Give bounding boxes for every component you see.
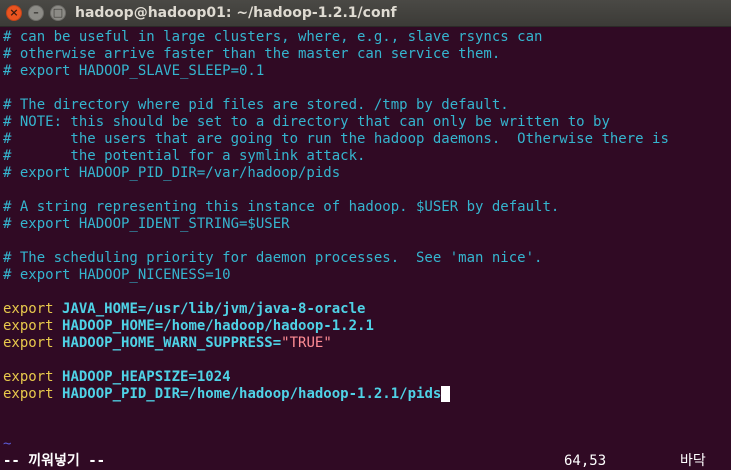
comment-text: # otherwise arrive faster than the maste… <box>3 46 501 62</box>
string-literal: "TRUE" <box>281 335 332 351</box>
editor-line: # export HADOOP_IDENT_STRING=$USER <box>3 216 727 233</box>
editor-line: export HADOOP_HEAPSIZE=1024 <box>3 369 727 386</box>
editor-line: # export HADOOP_PID_DIR=/var/hadoop/pids <box>3 165 727 182</box>
empty-line-marker: ~ <box>3 436 12 452</box>
comment-text: # The directory where pid files are stor… <box>3 97 509 113</box>
editor-line: # otherwise arrive faster than the maste… <box>3 46 727 63</box>
export-keyword: export <box>3 335 54 351</box>
assignment-text: JAVA_HOME=/usr/lib/jvm/java-8-oracle <box>62 301 366 317</box>
comment-text: # can be useful in large clusters, where… <box>3 29 543 45</box>
export-keyword: export <box>3 318 54 334</box>
maximize-icon: □ <box>52 6 64 19</box>
window-title: hadoop@hadoop01: ~/hadoop-1.2.1/conf <box>75 5 397 21</box>
editor-line: export JAVA_HOME=/usr/lib/jvm/java-8-ora… <box>3 301 727 318</box>
cursor-position: 64,53 <box>564 453 607 469</box>
comment-text: # The scheduling priority for daemon pro… <box>3 250 543 266</box>
export-keyword: export <box>3 386 54 402</box>
close-icon: × <box>9 6 19 19</box>
comment-text: # the potential for a symlink attack. <box>3 148 366 164</box>
export-keyword: export <box>3 369 54 385</box>
comment-text: # NOTE: this should be set to a director… <box>3 114 610 130</box>
assignment-text: HADOOP_HOME=/home/hadoop/hadoop-1.2.1 <box>62 318 374 334</box>
comment-text: # the users that are going to run the ha… <box>3 131 669 147</box>
assignment-text: HADOOP_HEAPSIZE=1024 <box>62 369 231 385</box>
editor-line: # A string representing this instance of… <box>3 199 727 216</box>
minimize-button[interactable]: – <box>28 5 44 21</box>
title-bar[interactable]: × – □ hadoop@hadoop01: ~/hadoop-1.2.1/co… <box>0 0 731 27</box>
editor-line: # the users that are going to run the ha… <box>3 131 727 148</box>
editor-line: export HADOOP_PID_DIR=/home/hadoop/hadoo… <box>3 386 727 403</box>
insert-mode-indicator: -- 끼워넣기 -- <box>3 453 106 469</box>
export-keyword: export <box>3 301 54 317</box>
comment-text: # export HADOOP_PID_DIR=/var/hadoop/pids <box>3 165 341 181</box>
editor-line: # The scheduling priority for daemon pro… <box>3 250 727 267</box>
comment-text: # export HADOOP_NICENESS=10 <box>3 267 231 283</box>
text-cursor <box>441 386 451 402</box>
editor-line: export HADOOP_HOME=/home/hadoop/hadoop-1… <box>3 318 727 335</box>
comment-text: # export HADOOP_IDENT_STRING=$USER <box>3 216 290 232</box>
comment-text: # A string representing this instance of… <box>3 199 560 215</box>
editor-line: # export HADOOP_NICENESS=10 <box>3 267 727 284</box>
editor-text-area[interactable]: # can be useful in large clusters, where… <box>3 29 727 403</box>
minimize-icon: – <box>33 6 39 19</box>
maximize-button[interactable]: □ <box>50 5 66 21</box>
close-button[interactable]: × <box>6 5 22 21</box>
editor-line: # NOTE: this should be set to a director… <box>3 114 727 131</box>
comment-text: # export HADOOP_SLAVE_SLEEP=0.1 <box>3 63 265 79</box>
editor-line: # the potential for a symlink attack. <box>3 148 727 165</box>
editor-line: # export HADOOP_SLAVE_SLEEP=0.1 <box>3 63 727 80</box>
terminal-window: × – □ hadoop@hadoop01: ~/hadoop-1.2.1/co… <box>0 0 731 470</box>
editor-line: # can be useful in large clusters, where… <box>3 29 727 46</box>
scroll-position: 바닥 <box>680 453 706 469</box>
vim-status-line: -- 끼워넣기 -- 64,53 바닥 <box>3 453 731 470</box>
assignment-text: HADOOP_PID_DIR=/home/hadoop/hadoop-1.2.1… <box>62 386 442 402</box>
assignment-text: HADOOP_HOME_WARN_SUPPRESS= <box>62 335 282 351</box>
editor-line: # The directory where pid files are stor… <box>3 97 727 114</box>
editor-line: export HADOOP_HOME_WARN_SUPPRESS="TRUE" <box>3 335 727 352</box>
